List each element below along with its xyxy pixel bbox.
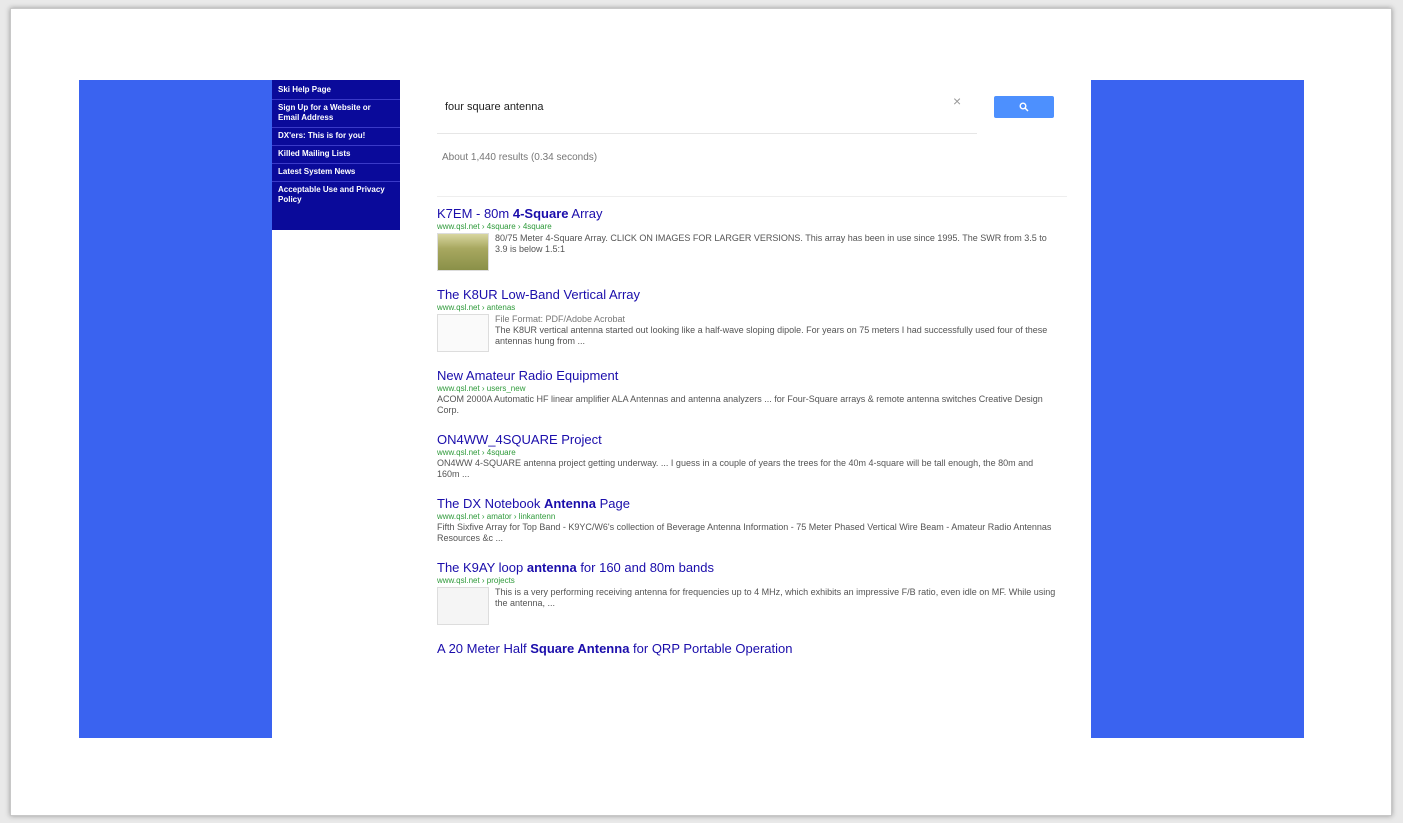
result-snippet: Fifth Sixfive Array for Top Band - K9YC/… bbox=[437, 522, 1052, 543]
results-stats: About 1,440 results (0.34 seconds) bbox=[442, 152, 598, 163]
result-title-link[interactable]: The DX Notebook Antenna Page bbox=[437, 496, 1057, 512]
result-thumbnail[interactable] bbox=[437, 314, 489, 352]
result-snippet: The K8UR vertical antenna started out lo… bbox=[495, 325, 1048, 346]
result-thumbnail[interactable] bbox=[437, 587, 489, 625]
result-title-link[interactable]: ON4WW_4SQUARE Project bbox=[437, 432, 1057, 448]
result-url: www.qsl.net › 4square › 4square bbox=[437, 222, 552, 231]
result-url: www.qsl.net › 4square bbox=[437, 448, 516, 457]
result-title-link[interactable]: The K9AY loop antenna for 160 and 80m ba… bbox=[437, 560, 1057, 576]
result-url: www.qsl.net › users_new bbox=[437, 384, 526, 393]
result-thumbnail[interactable] bbox=[437, 233, 489, 271]
nav-item-privacy-policy[interactable]: Acceptable Use and Privacy Policy bbox=[272, 182, 400, 209]
result-item: K7EM - 80m 4-Square Array www.qsl.net › … bbox=[437, 206, 1057, 271]
nav-item-mailing-lists[interactable]: Killed Mailing Lists bbox=[272, 146, 400, 164]
result-title-link[interactable]: The K8UR Low-Band Vertical Array bbox=[437, 287, 1057, 303]
result-snippet: This is a very performing receiving ante… bbox=[495, 587, 1056, 608]
search-icon bbox=[1019, 102, 1029, 112]
results-divider bbox=[437, 196, 1067, 197]
result-title-link[interactable]: K7EM - 80m 4-Square Array bbox=[437, 206, 1057, 222]
result-item: A 20 Meter Half Square Antenna for QRP P… bbox=[437, 641, 1057, 657]
left-side-panel bbox=[79, 80, 272, 738]
result-title-link[interactable]: A 20 Meter Half Square Antenna for QRP P… bbox=[437, 641, 1057, 657]
close-icon[interactable]: × bbox=[953, 93, 961, 109]
result-url: www.qsl.net › antenas bbox=[437, 303, 516, 312]
result-item: New Amateur Radio Equipment www.qsl.net … bbox=[437, 368, 1057, 416]
result-item: ON4WW_4SQUARE Project www.qsl.net › 4squ… bbox=[437, 432, 1057, 480]
results-list: K7EM - 80m 4-Square Array www.qsl.net › … bbox=[437, 206, 1057, 673]
result-item: The K8UR Low-Band Vertical Array www.qsl… bbox=[437, 287, 1057, 352]
nav-item-system-news[interactable]: Latest System News bbox=[272, 164, 400, 182]
nav-item-help-page[interactable]: Ski Help Page bbox=[272, 82, 400, 100]
result-item: The K9AY loop antenna for 160 and 80m ba… bbox=[437, 560, 1057, 625]
result-snippet: ON4WW 4-SQUARE antenna project getting u… bbox=[437, 458, 1034, 479]
site-nav-menu: Ski Help Page Sign Up for a Website or E… bbox=[272, 80, 400, 230]
search-button[interactable] bbox=[994, 96, 1054, 118]
result-title-link[interactable]: New Amateur Radio Equipment bbox=[437, 368, 1057, 384]
result-file-format: File Format: PDF/Adobe Acrobat bbox=[495, 314, 626, 324]
nav-item-dxers[interactable]: DX'ers: This is for you! bbox=[272, 128, 400, 146]
search-box: × bbox=[437, 85, 977, 134]
search-input[interactable] bbox=[443, 95, 927, 119]
result-item: The DX Notebook Antenna Page www.qsl.net… bbox=[437, 496, 1057, 544]
result-snippet: ACOM 2000A Automatic HF linear amplifier… bbox=[437, 394, 1043, 415]
result-url: www.qsl.net › amator › linkantenn bbox=[437, 512, 556, 521]
result-snippet: 80/75 Meter 4-Square Array. CLICK ON IMA… bbox=[495, 233, 1047, 254]
right-side-panel bbox=[1091, 80, 1304, 738]
result-url: www.qsl.net › projects bbox=[437, 576, 515, 585]
nav-item-sign-up[interactable]: Sign Up for a Website or Email Address bbox=[272, 100, 400, 128]
